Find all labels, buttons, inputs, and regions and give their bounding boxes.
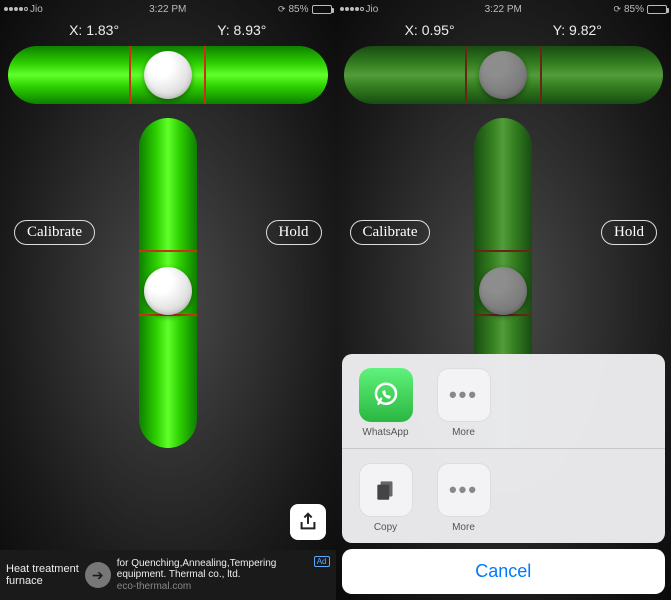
horizontal-level-tube (8, 46, 328, 104)
share-more-apps[interactable]: ••• More (434, 368, 494, 438)
right-screenshot: Jio 3:22 PM ⟳ 85% X: 0.95° Y: 9.82° Cali… (336, 0, 671, 600)
battery-percent: 85% (624, 4, 644, 15)
horizontal-level-tube (344, 46, 664, 104)
vertical-bubble (479, 267, 527, 315)
x-reading: X: 0.95° (405, 22, 455, 38)
vertical-level-tube (139, 118, 197, 448)
angle-readings: X: 1.83° Y: 8.93° (0, 18, 336, 46)
orientation-lock-icon: ⟳ (613, 4, 621, 15)
horizontal-bubble (144, 51, 192, 99)
carrier-label: Jio (30, 4, 43, 15)
y-reading: Y: 9.82° (553, 22, 602, 38)
action-copy[interactable]: Copy (356, 463, 416, 533)
orientation-lock-icon: ⟳ (278, 4, 286, 15)
status-bar: Jio 3:22 PM ⟳ 85% (336, 0, 671, 18)
ad-title: Heat treatment furnace (6, 563, 79, 587)
share-actions-row: Copy ••• More (342, 448, 666, 543)
share-sheet: WhatsApp ••• More Copy ••• More (336, 348, 671, 600)
more-icon: ••• (437, 463, 491, 517)
more-icon: ••• (437, 368, 491, 422)
calibrate-button[interactable]: Calibrate (14, 220, 95, 245)
angle-readings: X: 0.95° Y: 9.82° (336, 18, 671, 46)
share-icon (297, 511, 319, 533)
cancel-button[interactable]: Cancel (342, 549, 666, 594)
status-bar: Jio 3:22 PM ⟳ 85% (0, 0, 336, 18)
action-more[interactable]: ••• More (434, 463, 494, 533)
battery-percent: 85% (288, 4, 308, 15)
y-reading: Y: 8.93° (217, 22, 266, 38)
hold-button[interactable]: Hold (601, 220, 657, 245)
x-reading: X: 1.83° (69, 22, 119, 38)
carrier-label: Jio (366, 4, 379, 15)
status-time: 3:22 PM (149, 4, 186, 15)
share-apps-row: WhatsApp ••• More (342, 354, 666, 448)
share-whatsapp[interactable]: WhatsApp (356, 368, 416, 438)
horizontal-bubble (479, 51, 527, 99)
whatsapp-icon (359, 368, 413, 422)
vertical-bubble (144, 267, 192, 315)
left-screenshot: Jio 3:22 PM ⟳ 85% X: 1.83° Y: 8.93° Cali… (0, 0, 336, 600)
ad-banner[interactable]: Heat treatment furnace ➔ Ad for Quenchin… (0, 550, 336, 600)
hold-button[interactable]: Hold (266, 220, 322, 245)
share-button[interactable] (290, 504, 326, 540)
battery-icon (647, 5, 667, 14)
status-time: 3:22 PM (485, 4, 522, 15)
ad-badge: Ad (314, 556, 330, 567)
calibrate-button[interactable]: Calibrate (350, 220, 431, 245)
ad-arrow-icon: ➔ (85, 562, 111, 588)
copy-icon (359, 463, 413, 517)
battery-icon (312, 5, 332, 14)
ad-description: Ad for Quenching,Annealing,Tempering equ… (117, 558, 330, 593)
